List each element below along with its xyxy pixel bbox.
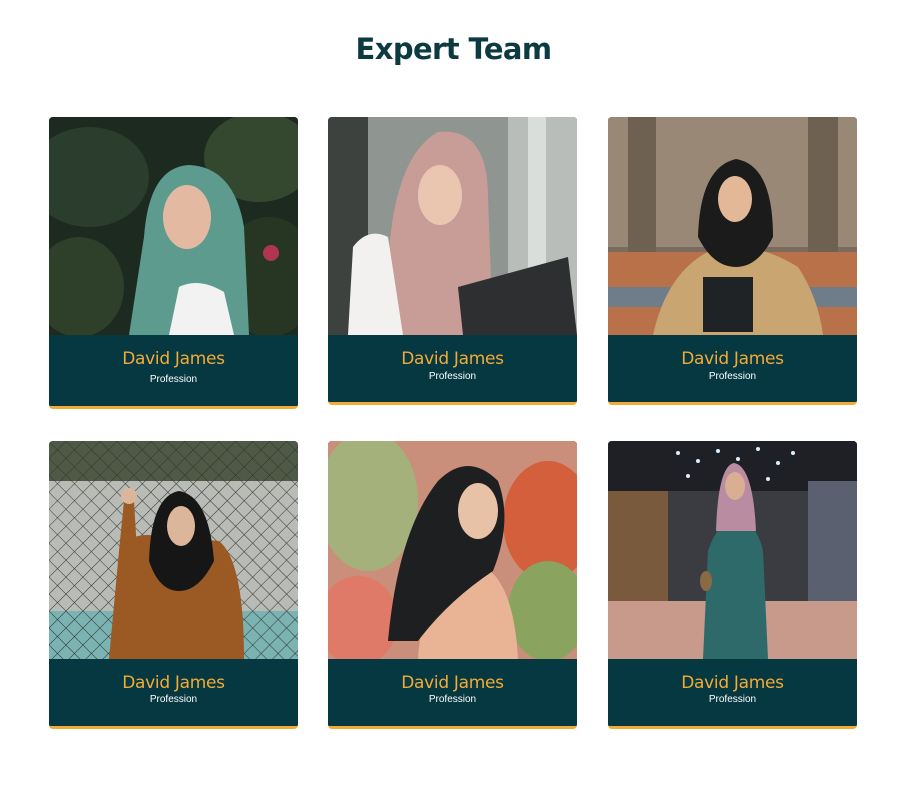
member-info: David James Profession [608, 659, 857, 726]
member-profession: Profession [149, 694, 198, 705]
member-info: David James Profession [328, 659, 577, 726]
team-member-card[interactable]: David James Profession [328, 441, 577, 729]
member-name: David James [401, 349, 504, 369]
member-photo [49, 441, 298, 659]
member-profession: Profession [708, 694, 757, 705]
member-name: David James [681, 349, 784, 369]
member-info: David James Profession [328, 335, 577, 402]
member-photo [328, 117, 577, 335]
member-photo [49, 117, 298, 335]
member-photo [328, 441, 577, 659]
member-profession: Profession [428, 371, 477, 382]
member-profession: Profession [149, 374, 198, 385]
member-name: David James [122, 673, 225, 693]
member-name: David James [681, 673, 784, 693]
member-profession: Profession [708, 371, 757, 382]
section-title: Expert Team [355, 32, 553, 66]
member-name: David James [401, 673, 504, 693]
member-photo [608, 117, 857, 335]
team-member-card[interactable]: David James Profession [328, 117, 577, 405]
team-member-card[interactable]: David James Profession [49, 441, 298, 729]
team-member-card[interactable]: David James Profession [608, 441, 857, 729]
member-info: David James Profession [49, 659, 298, 726]
member-name: David James [122, 349, 225, 369]
member-info: David James Profession [608, 335, 857, 402]
team-member-card[interactable]: David James Profession [49, 117, 298, 409]
member-photo [608, 441, 857, 659]
team-member-card[interactable]: David James Profession [608, 117, 857, 405]
member-info: David James Profession [49, 335, 298, 406]
member-profession: Profession [428, 694, 477, 705]
